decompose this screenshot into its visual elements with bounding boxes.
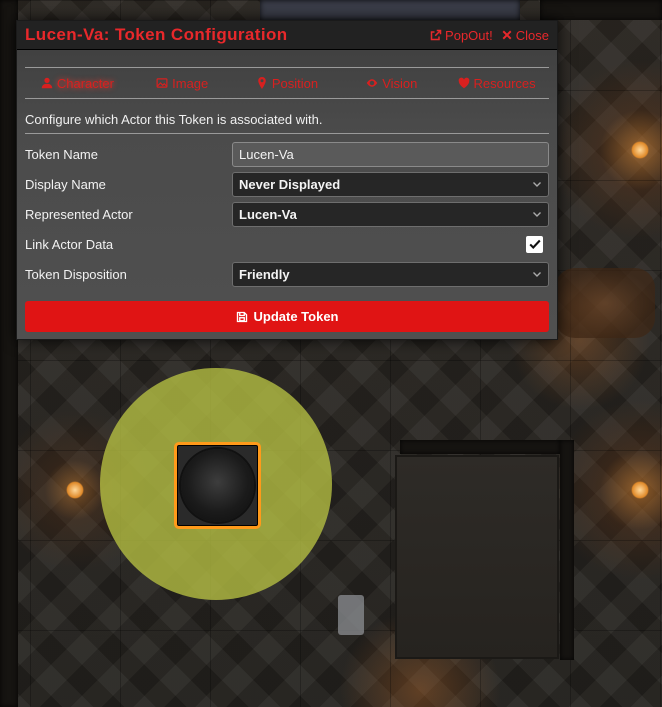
- form-group-token-disposition: Token Disposition Friendly: [25, 259, 549, 289]
- token-disposition-label: Token Disposition: [25, 266, 127, 282]
- scene-wall: [260, 0, 520, 20]
- config-tabs: Character Image Position Vision Resource…: [25, 67, 549, 99]
- form-group-token-name: Token Name Lucen-Va: [25, 139, 549, 169]
- tab-label: Resources: [473, 75, 536, 91]
- tab-resources[interactable]: Resources: [444, 68, 549, 98]
- scene-wall: [540, 0, 662, 20]
- close-label: Close: [515, 27, 549, 43]
- tab-vision[interactable]: Vision: [339, 68, 444, 98]
- tab-label: Image: [172, 75, 209, 91]
- tab-character[interactable]: Character: [25, 68, 130, 98]
- window-header[interactable]: Lucen-Va: Token Configuration PopOut! Cl…: [17, 21, 557, 50]
- scene-furniture: [555, 268, 655, 338]
- form-group-display-name: Display Name Never Displayed: [25, 169, 549, 199]
- link-actor-data-checkbox[interactable]: [526, 235, 543, 253]
- map-marker-icon: [258, 77, 266, 89]
- tab-label: Position: [271, 75, 319, 91]
- form-group-represented-actor: Represented Actor Lucen-Va: [25, 199, 549, 229]
- scene-crate: [338, 595, 364, 635]
- user-icon: [41, 77, 53, 89]
- image-icon: [156, 78, 168, 88]
- token-disposition-value: Friendly: [239, 266, 290, 282]
- checkmark-icon: [528, 239, 541, 250]
- token-portrait: [181, 449, 254, 522]
- token-config-window: Lucen-Va: Token Configuration PopOut! Cl…: [16, 20, 558, 340]
- chevron-down-icon: [533, 212, 541, 217]
- scene-wall: [400, 440, 560, 454]
- update-token-button[interactable]: Update Token: [25, 301, 549, 332]
- heart-icon: [458, 77, 469, 89]
- popout-button[interactable]: PopOut!: [430, 28, 493, 43]
- external-link-icon: [430, 29, 442, 41]
- scene-lamp: [631, 141, 649, 159]
- display-name-select[interactable]: Never Displayed: [232, 171, 549, 197]
- tab-notes: Configure which Actor this Token is asso…: [25, 99, 549, 134]
- save-icon: [236, 311, 247, 322]
- represented-actor-label: Represented Actor: [25, 206, 133, 222]
- scene-lamp: [631, 481, 649, 499]
- tab-image[interactable]: Image: [130, 68, 235, 98]
- token-name-label: Token Name: [25, 146, 98, 162]
- display-name-value: Never Displayed: [239, 176, 341, 192]
- scene-lamp: [66, 481, 84, 499]
- popout-label: PopOut!: [445, 27, 493, 43]
- form-group-link-actor-data: Link Actor Data: [25, 229, 549, 259]
- scene-floor-slab: [395, 455, 559, 659]
- display-name-label: Display Name: [25, 176, 106, 192]
- token-name-input[interactable]: Lucen-Va: [232, 141, 549, 167]
- close-icon: [502, 30, 512, 40]
- represented-actor-value: Lucen-Va: [239, 206, 297, 222]
- chevron-down-icon: [533, 182, 541, 187]
- chevron-down-icon: [533, 272, 541, 277]
- window-title: Lucen-Va: Token Configuration: [25, 25, 288, 44]
- tab-label: Character: [56, 75, 114, 91]
- represented-actor-select[interactable]: Lucen-Va: [232, 201, 549, 227]
- eye-icon: [366, 79, 378, 87]
- token-lucen-va[interactable]: [174, 442, 261, 529]
- tab-label: Vision: [382, 75, 418, 91]
- token-disposition-select[interactable]: Friendly: [232, 261, 549, 287]
- scene-wall: [560, 440, 574, 660]
- link-actor-data-label: Link Actor Data: [25, 236, 114, 252]
- close-button[interactable]: Close: [501, 28, 549, 43]
- tab-position[interactable]: Position: [235, 68, 340, 98]
- update-token-label: Update Token: [253, 309, 339, 324]
